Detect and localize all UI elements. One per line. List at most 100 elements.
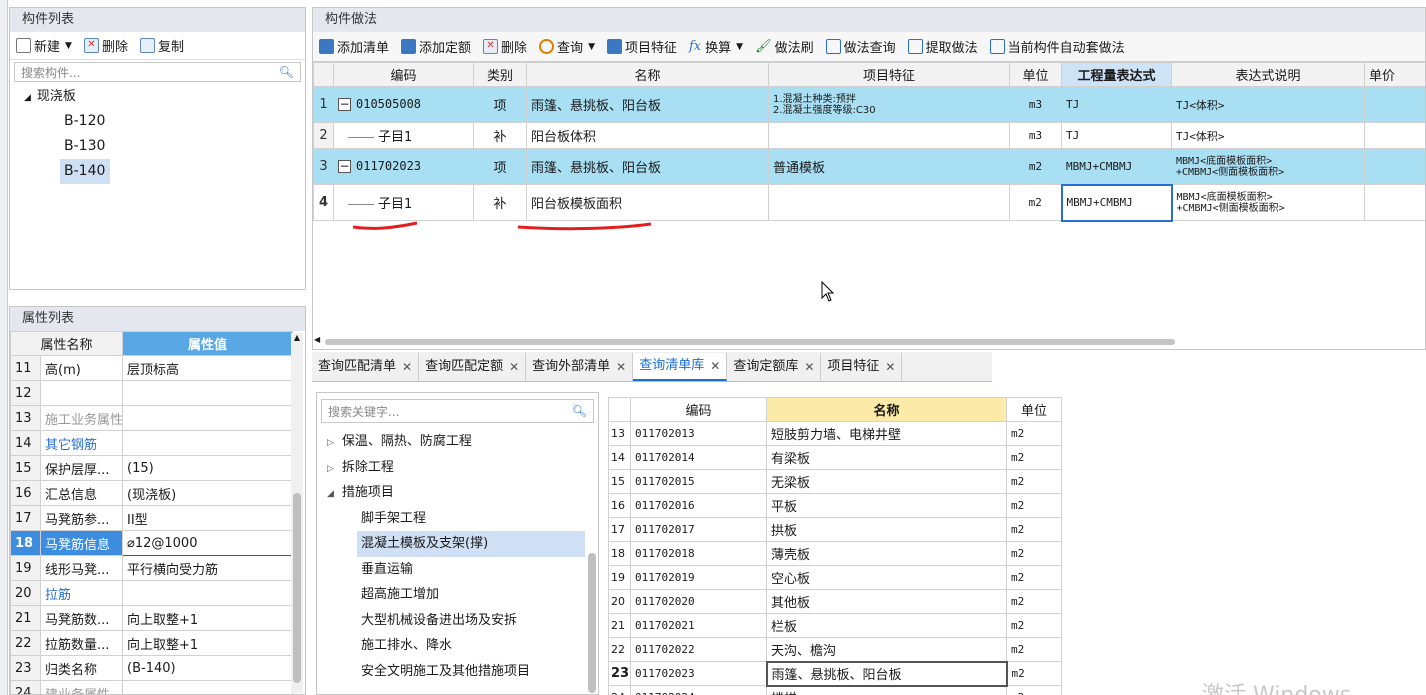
lib-code-cell[interactable]: 011702015	[630, 469, 767, 494]
close-icon[interactable]: ✕	[710, 352, 720, 380]
property-scrollbar[interactable]: ▲	[291, 333, 303, 693]
col-unit[interactable]: 单位	[1009, 62, 1062, 87]
expr-desc-cell[interactable]: MBMJ<底面模板面积> +CMBMJ<侧面模板面积>	[1171, 184, 1365, 221]
feature-cell[interactable]	[768, 184, 1010, 221]
property-row[interactable]: 13 施工业务属性	[10, 405, 294, 431]
property-value-cell[interactable]: 平行横向受力筋	[122, 555, 294, 581]
lib-name-cell[interactable]: 无梁板	[766, 469, 1007, 494]
lib-code-cell[interactable]: 011702023	[630, 661, 767, 686]
method-row[interactable]: 3−011702023 项雨篷、悬挑板、阳台板 普通模板 m2 MBMJ+CMBMJ MB…	[313, 148, 1425, 185]
lib-name-cell[interactable]: 有梁板	[766, 445, 1007, 470]
lib-name-cell[interactable]: 拱板	[766, 517, 1007, 542]
lib-name-cell[interactable]: 栏板	[766, 613, 1007, 638]
expression-cell[interactable]: MBMJ+CMBMJ	[1060, 183, 1173, 222]
expression-cell[interactable]: TJ	[1061, 86, 1172, 123]
delete-row-button[interactable]: ✕ 删除	[477, 35, 533, 59]
library-row[interactable]: 16 011702016 平板 m2	[608, 493, 1062, 518]
expr-desc-cell[interactable]: MBMJ<底面模板面积> +CMBMJ<侧面模板面积>	[1171, 148, 1365, 185]
name-cell[interactable]: 雨篷、悬挑板、阳台板	[526, 148, 769, 185]
category-cell[interactable]: 项	[473, 86, 527, 123]
lib-code-cell[interactable]: 011702021	[630, 613, 767, 638]
library-tree-item[interactable]: 超高施工增加	[317, 582, 598, 608]
library-tree-item[interactable]: ▷ 拆除工程	[317, 455, 598, 481]
property-row[interactable]: 18 马凳筋信息 ⌀12@1000	[10, 530, 294, 556]
property-row[interactable]: 14 其它钢筋	[10, 430, 294, 456]
tree-scrollbar[interactable]	[588, 553, 596, 693]
library-row[interactable]: 18 011702018 薄壳板 m2	[608, 541, 1062, 566]
col-expr-desc[interactable]: 表达式说明	[1171, 62, 1365, 87]
library-row[interactable]: 15 011702015 无梁板 m2	[608, 469, 1062, 494]
lib-name-cell[interactable]: 雨篷、悬挑板、阳台板	[765, 660, 1008, 687]
property-value-cell[interactable]	[122, 405, 294, 431]
close-icon[interactable]: ✕	[616, 353, 626, 381]
lib-unit-cell[interactable]: m2	[1006, 661, 1062, 686]
lib-code-cell[interactable]: 011702014	[630, 445, 767, 470]
library-row[interactable]: 23 011702023 雨篷、悬挑板、阳台板 m2	[608, 660, 1062, 687]
method-brush-button[interactable]: 🖌︎ 做法刷	[749, 35, 820, 59]
lib-unit-cell[interactable]: m2	[1006, 445, 1062, 470]
scroll-up-arrow-icon[interactable]: ▲	[291, 333, 303, 342]
lib-code-cell[interactable]: 011702013	[630, 421, 767, 446]
library-tree-item[interactable]: ◢ 措施项目	[317, 480, 598, 506]
extract-method-button[interactable]: 提取做法	[902, 35, 984, 59]
name-cell[interactable]: 雨篷、悬挑板、阳台板	[526, 86, 769, 123]
unit-cell[interactable]: m2	[1009, 184, 1062, 221]
tab-external-list[interactable]: 查询外部清单 ✕	[526, 353, 634, 381]
lib-code-cell[interactable]: 011702018	[630, 541, 767, 566]
property-value-cell[interactable]	[122, 580, 294, 606]
property-row[interactable]: 21 马凳筋数... 向上取整+1	[10, 605, 294, 631]
lib-col-name[interactable]: 名称	[766, 397, 1007, 422]
close-icon[interactable]: ✕	[804, 353, 814, 381]
property-row[interactable]: 24 建业务属性	[10, 680, 294, 694]
library-row[interactable]: 17 011702017 拱板 m2	[608, 517, 1062, 542]
lib-unit-cell[interactable]: m2	[1006, 493, 1062, 518]
tab-match-quota[interactable]: 查询匹配定额 ✕	[419, 353, 527, 381]
library-row[interactable]: 20 011702020 其他板 m2	[608, 589, 1062, 614]
tree-item-b140[interactable]: B-140	[60, 159, 110, 184]
close-icon[interactable]: ✕	[509, 353, 519, 381]
library-row[interactable]: 24011702024楼梯m2	[608, 685, 1062, 695]
property-value-cell[interactable]: 向上取整+1	[122, 605, 294, 631]
scroll-left-arrow-icon[interactable]: ◀	[314, 335, 320, 344]
price-cell[interactable]	[1364, 122, 1425, 149]
feature-cell[interactable]	[768, 122, 1010, 149]
col-code[interactable]: 编码	[333, 62, 474, 87]
property-value-cell[interactable]: ⌀12@1000	[122, 530, 294, 556]
new-button[interactable]: 新建 ▼	[10, 34, 78, 58]
price-cell[interactable]	[1364, 148, 1425, 185]
tab-match-list[interactable]: 查询匹配清单 ✕	[312, 353, 420, 381]
library-tree-item[interactable]: 施工排水、降水	[317, 633, 598, 659]
code-cell[interactable]: −011702023	[333, 148, 474, 185]
unit-cell[interactable]: m3	[1009, 122, 1062, 149]
method-row[interactable]: 1−010505008 项雨篷、悬挑板、阳台板 1.混凝土种类:预拌 2.混凝土强度等…	[313, 86, 1425, 123]
category-cell[interactable]: 补	[473, 184, 527, 221]
property-row[interactable]: 12	[10, 380, 294, 406]
lib-unit-cell[interactable]: m2	[1006, 685, 1062, 695]
library-tree-item[interactable]: 大型机械设备进出场及安拆	[317, 608, 598, 634]
price-cell[interactable]	[1364, 184, 1425, 221]
lib-col-unit[interactable]: 单位	[1006, 397, 1062, 422]
method-row[interactable]: 4 子目1 补阳台板模板面积 m2 MBMJ+CMBMJ MBMJ<底面模板面积> +CMB…	[313, 183, 1425, 222]
auto-apply-button[interactable]: 当前构件自动套做法	[984, 35, 1131, 59]
library-tree-item[interactable]: ▷ 保温、隔热、防腐工程	[317, 429, 598, 455]
col-category[interactable]: 类别	[473, 62, 527, 87]
method-row[interactable]: 2 子目1 补阳台板体积 m3 TJ TJ<体积>	[313, 122, 1425, 149]
grid-horizontal-scrollbar[interactable]: ◀	[313, 335, 1425, 347]
component-search-input[interactable]: 搜索构件... 🔍︎	[14, 62, 301, 82]
property-value-cell[interactable]	[122, 380, 294, 406]
property-value-cell[interactable]: 向上取整+1	[122, 630, 294, 656]
property-row[interactable]: 17 马凳筋参... II型	[10, 505, 294, 531]
tree-item-b120[interactable]: B-120	[24, 109, 305, 134]
lib-code-cell[interactable]: 011702016	[630, 493, 767, 518]
lib-code-cell[interactable]: 011702019	[630, 565, 767, 590]
library-tree-item[interactable]: 垂直运输	[317, 557, 598, 583]
lib-name-cell[interactable]: 薄壳板	[766, 541, 1007, 566]
property-value-cell[interactable]: II型	[122, 505, 294, 531]
lib-unit-cell[interactable]: m2	[1006, 637, 1062, 662]
name-cell[interactable]: 阳台板体积	[526, 122, 769, 149]
tab-quota-library[interactable]: 查询定额库 ✕	[727, 353, 822, 381]
library-tree-item[interactable]: 脚手架工程	[317, 506, 598, 532]
unit-cell[interactable]: m2	[1009, 148, 1062, 185]
query-button[interactable]: 查询 ▼	[533, 35, 601, 59]
property-value-cell[interactable]	[122, 430, 294, 456]
